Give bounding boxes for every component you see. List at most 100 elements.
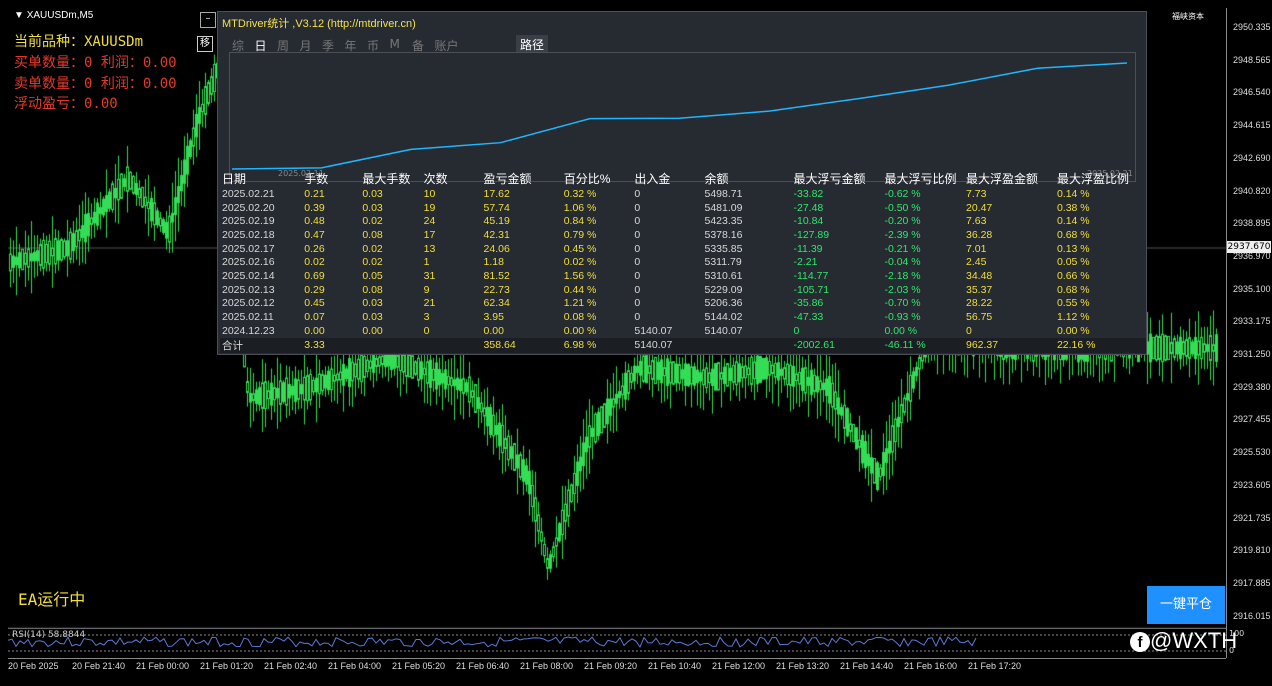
rsi-line bbox=[7, 636, 977, 649]
table-cell: 0.29 bbox=[304, 283, 325, 296]
table-cell: 5481.09 bbox=[704, 201, 743, 214]
table-cell: 0.08 bbox=[362, 228, 383, 241]
table-cell: 0.69 bbox=[304, 269, 325, 282]
price-tick-label: 2950.335 bbox=[1233, 22, 1271, 32]
table-cell: 57.74 bbox=[483, 201, 510, 214]
table-cell: 0.45 % bbox=[563, 242, 597, 255]
table-cell: 1.18 bbox=[483, 256, 504, 269]
header-cell: 余额 bbox=[704, 172, 729, 186]
time-tick-label: 21 Feb 04:00 bbox=[328, 661, 382, 671]
table-cell: 36.28 bbox=[965, 228, 993, 241]
table-cell: 2025.02.11 bbox=[222, 311, 274, 324]
price-tick-label: 2931.250 bbox=[1233, 349, 1271, 359]
price-tick-label: 2935.100 bbox=[1233, 283, 1271, 294]
header-cell: 最大手数 bbox=[362, 172, 411, 186]
table-cell: -0.93 % bbox=[884, 311, 921, 324]
time-tick-label: 21 Feb 13:20 bbox=[776, 661, 830, 671]
tab-7[interactable]: M bbox=[390, 37, 400, 51]
corner-brand: 福峡资本 bbox=[1172, 12, 1204, 21]
price-tick-label: 2923.605 bbox=[1233, 479, 1271, 490]
table-cell: 28.22 bbox=[965, 297, 993, 310]
panel-minimize-button[interactable]: – bbox=[200, 12, 216, 28]
table-cell: -2.03 % bbox=[884, 283, 921, 296]
table-cell: 0.03 bbox=[362, 297, 383, 310]
table-cell: -0.04 % bbox=[884, 256, 921, 269]
table-cell: 0.00 % bbox=[884, 324, 918, 337]
table-cell: 2025.02.17 bbox=[222, 242, 275, 255]
table-cell: -0.70 % bbox=[884, 297, 921, 310]
table-row: 2025.02.12 0.45 0.03 21 62.34 1.21 % 0 5206.36 -… bbox=[220, 297, 1146, 311]
table-cell: 2025.02.21 bbox=[222, 187, 275, 200]
table-row: 2025.02.13 0.29 0.08 9 22.73 0.44 % 0 5229.09 -1… bbox=[220, 283, 1146, 297]
table-cell: 0.55 % bbox=[1056, 297, 1090, 310]
table-cell: 5498.71 bbox=[704, 187, 743, 200]
time-tick-label: 21 Feb 10:40 bbox=[648, 661, 702, 671]
price-tick-label: 2927.455 bbox=[1233, 414, 1271, 425]
table-cell: 7.63 bbox=[965, 215, 987, 228]
equity-curve-svg bbox=[231, 62, 1128, 170]
table-cell: 962.37 bbox=[963, 337, 1055, 353]
table-cell: 21 bbox=[423, 297, 436, 310]
price-tick-label: 2946.540 bbox=[1233, 87, 1271, 98]
table-cell: 0.00 bbox=[362, 324, 383, 337]
table-cell: 0.13 % bbox=[1056, 242, 1090, 255]
table-cell: 45.19 bbox=[483, 215, 510, 228]
rsi-line-svg bbox=[7, 634, 1226, 652]
table-row: 2025.02.17 0.26 0.02 13 24.06 0.45 % 0 5335.85 -… bbox=[220, 242, 1146, 256]
table-cell: 0.79 % bbox=[563, 228, 597, 241]
table-cell: 1.06 % bbox=[563, 201, 597, 214]
header-cell: 日期 bbox=[222, 172, 247, 186]
time-tick-label: 20 Feb 21:40 bbox=[72, 661, 126, 671]
table-cell: 0 bbox=[634, 256, 641, 269]
table-cell: 56.75 bbox=[965, 311, 993, 324]
time-tick-label: 21 Feb 12:00 bbox=[712, 661, 766, 671]
table-cell: 22.16 % bbox=[1054, 337, 1146, 353]
time-tick-label: 21 Feb 05:20 bbox=[392, 661, 446, 671]
table-cell: 0.84 % bbox=[563, 215, 597, 228]
table-cell: 24.06 bbox=[483, 242, 510, 255]
table-cell: 5423.35 bbox=[704, 215, 743, 228]
close-all-button[interactable]: 一键平仓 bbox=[1147, 586, 1225, 624]
table-cell: 13 bbox=[423, 242, 436, 255]
table-cell: 0.02 bbox=[362, 215, 383, 228]
current-symbol-label: 当前品种：XAUUSDm bbox=[14, 34, 144, 50]
table-cell: -0.20 % bbox=[884, 215, 921, 228]
facebook-icon: f bbox=[1130, 632, 1150, 653]
table-cell: 0.02 bbox=[362, 256, 383, 269]
header-cell: 次数 bbox=[423, 172, 448, 186]
table-cell: -0.21 % bbox=[884, 242, 921, 255]
table-cell: 24 bbox=[423, 215, 436, 228]
price-tick-label: 2940.820 bbox=[1233, 185, 1271, 196]
table-cell: 17.62 bbox=[483, 187, 510, 200]
price-tick-label: 2921.735 bbox=[1233, 512, 1271, 523]
table-row: 2025.02.20 0.39 0.03 19 57.74 1.06 % 0 5481.09 -… bbox=[220, 201, 1146, 215]
table-cell: 0.32 % bbox=[563, 187, 597, 200]
header-cell: 百分比% bbox=[563, 172, 611, 186]
price-tick-label: 2919.810 bbox=[1233, 545, 1271, 556]
table-cell: -47.33 bbox=[793, 311, 824, 324]
time-tick-label: 21 Feb 09:20 bbox=[584, 661, 638, 671]
table-cell: 0 bbox=[423, 324, 430, 337]
table-cell: 0 bbox=[634, 187, 641, 200]
table-cell: 358.64 bbox=[481, 337, 562, 353]
time-axis[interactable]: 20 Feb 2025 20 Feb 21:40 21 Feb 00:00 21 Fe… bbox=[8, 658, 1226, 677]
table-cell: 0.00 bbox=[483, 324, 504, 337]
time-tick-label: 21 Feb 01:20 bbox=[200, 661, 254, 671]
table-cell: 0.00 % bbox=[1056, 324, 1090, 337]
ea-status-label: EA运行中 bbox=[18, 590, 86, 609]
table-cell: 0.03 bbox=[362, 187, 383, 200]
table-cell: 0.21 bbox=[304, 187, 325, 200]
shift-button[interactable]: 移 bbox=[197, 36, 213, 52]
price-axis[interactable]: 2950.335 2948.565 2946.540 2944.615 2942.690… bbox=[1226, 8, 1272, 658]
floating-pnl-label: 浮动盈亏：0.00 bbox=[14, 96, 118, 112]
table-cell: 5310.61 bbox=[704, 269, 743, 282]
price-tick-label: 2929.380 bbox=[1233, 381, 1271, 392]
header-cell: 手数 bbox=[304, 172, 329, 186]
table-cell: 1.56 % bbox=[563, 269, 597, 282]
table-cell: 5140.07 bbox=[634, 324, 673, 337]
header-cell: 最大浮盈金额 bbox=[965, 172, 1038, 186]
table-cell: 0 bbox=[965, 324, 972, 337]
time-tick-label: 21 Feb 14:40 bbox=[840, 661, 894, 671]
table-cell: 5144.02 bbox=[704, 311, 743, 324]
price-tick-label: 2944.615 bbox=[1233, 120, 1271, 131]
